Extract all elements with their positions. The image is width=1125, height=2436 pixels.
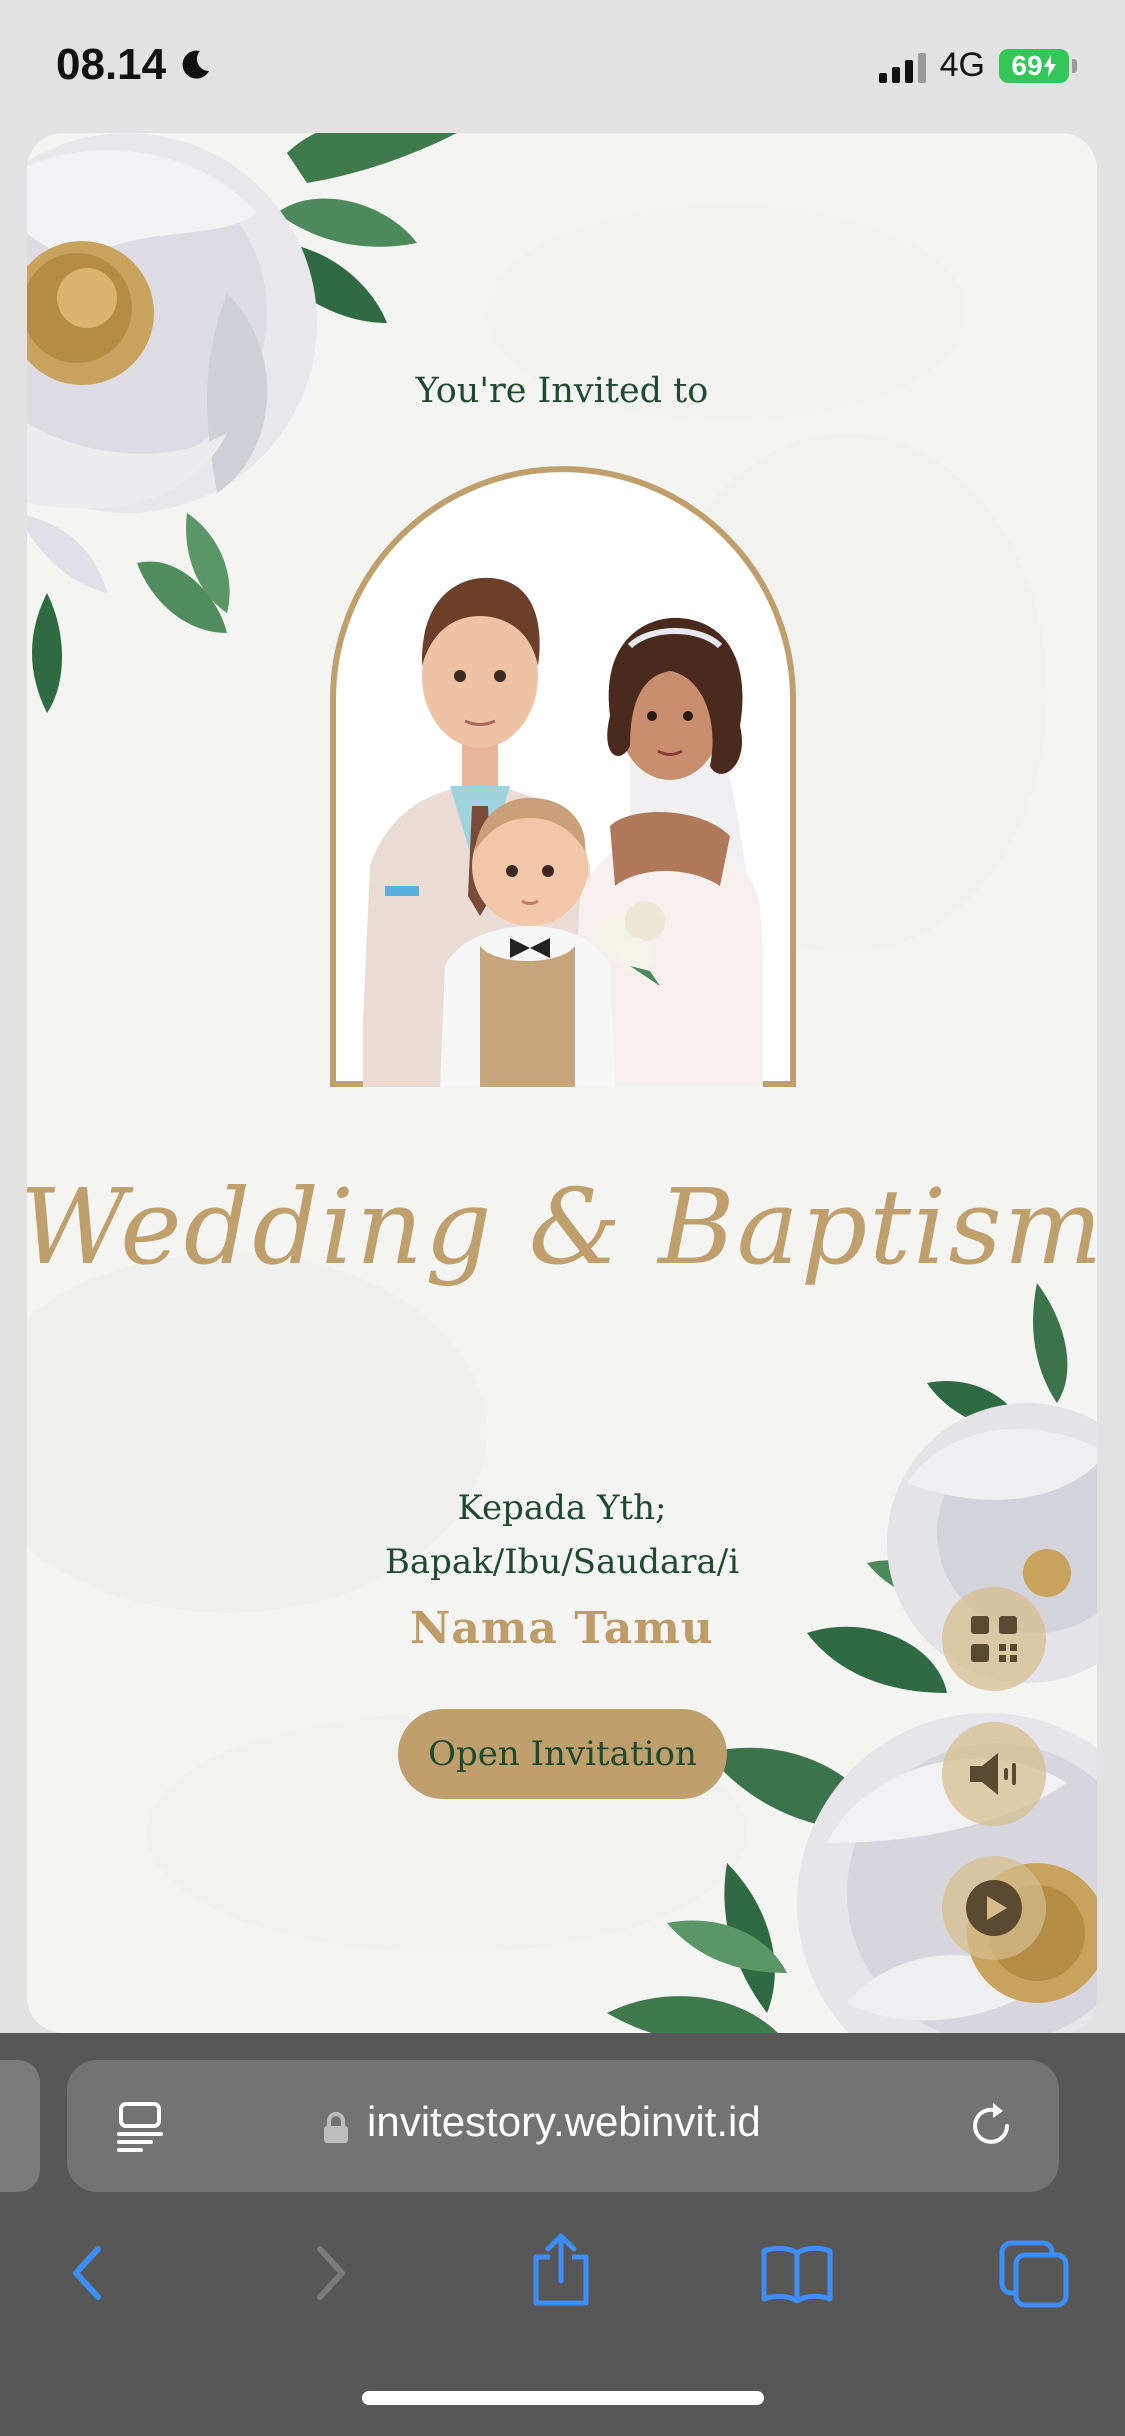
home-indicator[interactable] <box>362 2391 764 2405</box>
moon-icon <box>182 50 210 79</box>
recipient-salutation: Kepada Yth; Bapak/Ibu/Saudara/i <box>27 1481 1097 1589</box>
wedding-baptism-title: Wedding & Baptism <box>27 1166 1097 1288</box>
signal-icon <box>878 49 926 83</box>
couple-portrait-frame <box>330 466 796 1087</box>
qr-code-icon <box>971 1616 1017 1662</box>
guest-name: Nama Tamu <box>410 1603 714 1654</box>
back-icon[interactable] <box>66 2243 110 2303</box>
url-text: invitestory.webinvit.id <box>367 2098 761 2145</box>
status-time: 08.14 <box>56 40 212 90</box>
status-indicators: 4G 69 <box>878 46 1077 85</box>
invitation-card: You're Invited to Wedding & Baptism Kepa… <box>27 133 1097 2033</box>
share-icon[interactable] <box>530 2233 592 2307</box>
battery-level: 69 <box>1011 49 1043 81</box>
browser-toolbar <box>0 2223 1125 2343</box>
sound-toggle-button[interactable] <box>942 1722 1046 1826</box>
recipient-line-2: Bapak/Ibu/Saudara/i <box>384 1542 740 1582</box>
lock-icon <box>324 2112 348 2143</box>
previous-tab-preview[interactable] <box>0 2060 40 2192</box>
address-bar[interactable]: invitestory.webinvit.id <box>67 2060 1059 2192</box>
battery-icon: 69 <box>999 48 1069 83</box>
event-title: Wedding & Baptism <box>27 1166 1097 1288</box>
play-music-button[interactable] <box>942 1856 1046 1960</box>
forward-icon[interactable] <box>308 2243 352 2303</box>
network-type: 4G <box>939 46 985 84</box>
qr-code-button[interactable] <box>942 1587 1046 1691</box>
status-bar: 08.14 4G 69 <box>0 0 1125 132</box>
bookmarks-icon[interactable] <box>760 2243 834 2303</box>
play-icon <box>966 1880 1022 1936</box>
charging-bolt-icon <box>1043 54 1056 77</box>
clock-text: 08.14 <box>56 40 167 89</box>
invited-heading: You're Invited to <box>415 371 709 411</box>
browser-bar: invitestory.webinvit.id <box>0 2033 1125 2436</box>
open-invitation-button[interactable]: Open Invitation <box>398 1709 727 1799</box>
reload-icon[interactable] <box>967 2100 1017 2152</box>
tabs-icon[interactable] <box>998 2239 1072 2309</box>
speaker-icon <box>970 1753 1016 1795</box>
page-menu-icon[interactable] <box>115 2100 165 2152</box>
recipient-line-1: Kepada Yth; <box>457 1488 667 1528</box>
